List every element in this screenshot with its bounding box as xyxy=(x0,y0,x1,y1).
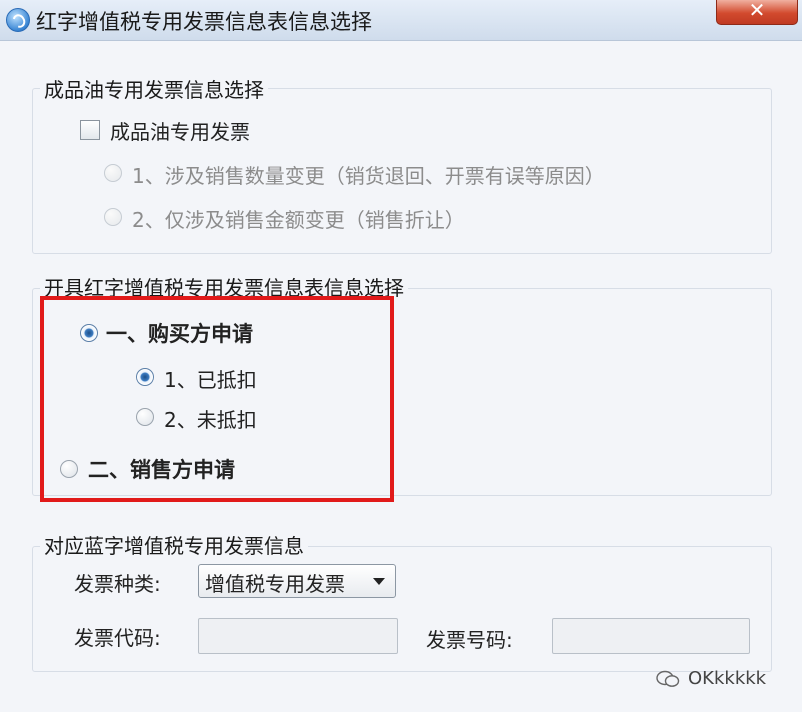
oil-option-1-radio[interactable] xyxy=(104,164,122,182)
close-button[interactable]: ✕ xyxy=(716,0,798,25)
invoice-type-label: 发票种类: xyxy=(74,572,161,596)
invoice-number-label: 发票号码: xyxy=(426,628,513,652)
app-logo-icon xyxy=(6,8,30,32)
wechat-icon xyxy=(656,670,680,687)
oil-group-legend: 成品油专用发票信息选择 xyxy=(40,74,268,103)
oil-option-1-label[interactable]: 1、涉及销售数量变更（销货退回、开票有误等原因） xyxy=(132,160,605,189)
oil-option-2-radio[interactable] xyxy=(104,208,122,226)
invoice-type-value: 增值税专用发票 xyxy=(205,572,345,596)
oil-invoice-checkbox-label[interactable]: 成品油专用发票 xyxy=(110,116,250,145)
invoice-type-select[interactable]: 增值税专用发票 xyxy=(198,564,396,598)
title-bar: 红字增值税专用发票信息表信息选择 ✕ xyxy=(0,0,802,41)
highlight-box xyxy=(40,296,394,502)
oil-invoice-checkbox[interactable] xyxy=(80,120,100,140)
blue-group-legend: 对应蓝字增值税专用发票信息 xyxy=(40,530,308,559)
invoice-code-field[interactable] xyxy=(198,618,398,654)
oil-option-2-label[interactable]: 2、仅涉及销售金额变更（销售折让） xyxy=(132,204,465,233)
window-title: 红字增值税专用发票信息表信息选择 xyxy=(36,10,372,34)
chevron-down-icon xyxy=(373,578,385,585)
invoice-code-label: 发票代码: xyxy=(74,626,161,650)
watermark-text: OKkkkkk xyxy=(688,668,767,689)
close-icon: ✕ xyxy=(748,0,766,22)
invoice-number-field[interactable] xyxy=(552,618,750,654)
